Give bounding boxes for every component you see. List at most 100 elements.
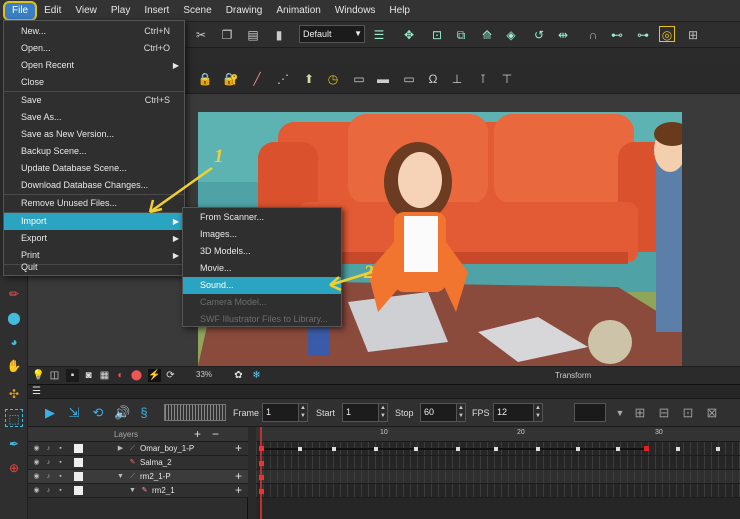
- chevron-right-icon[interactable]: ▶: [116, 444, 125, 453]
- play-icon[interactable]: ▶: [42, 405, 58, 421]
- import-images[interactable]: Images...: [183, 226, 341, 243]
- layer-row[interactable]: ◉ ♪ ▪ ✎ Salma_2: [28, 456, 248, 470]
- sound-layer-icon[interactable]: ♪: [44, 444, 53, 453]
- rig-icon[interactable]: ✣: [5, 385, 23, 403]
- lock-icon[interactable]: ▪: [56, 472, 65, 481]
- quick-render-icon[interactable]: ⚡: [148, 369, 161, 382]
- onion-skin-icon[interactable]: ◐: [114, 369, 127, 382]
- lock-add-icon[interactable]: 🔐: [223, 71, 239, 87]
- add-icon[interactable]: +: [235, 442, 242, 455]
- grid-icon[interactable]: ⊞: [685, 27, 701, 43]
- select-icon[interactable]: ⬚: [5, 409, 23, 427]
- menu-save[interactable]: Save Ctrl+S: [4, 92, 184, 109]
- layer-add-icon[interactable]: ⊞: [632, 405, 648, 421]
- camera-frame-icon[interactable]: ◎: [659, 26, 675, 42]
- menu-windows[interactable]: Windows: [328, 0, 383, 22]
- align-center-icon[interactable]: ▬: [375, 71, 391, 87]
- menu-download-database[interactable]: Download Database Changes...: [4, 177, 184, 194]
- playback-speed-slider[interactable]: [164, 404, 226, 421]
- eye-icon[interactable]: ◉: [32, 472, 41, 481]
- frame-icon[interactable]: ⊡: [429, 27, 445, 43]
- paste-icon[interactable]: ▤: [245, 27, 261, 43]
- zoom-level[interactable]: 33%: [196, 370, 212, 379]
- camera-view-icon[interactable]: ◙: [82, 369, 95, 382]
- menu-drawing[interactable]: Drawing: [219, 0, 270, 22]
- import-movie[interactable]: Movie...: [183, 260, 341, 277]
- lock-icon[interactable]: ▪: [56, 444, 65, 453]
- layer-row[interactable]: ◉ ♪ ▪ ▶ ⟋ Omar_boy_1-P +: [28, 442, 248, 456]
- delete-icon[interactable]: ▮: [271, 27, 287, 43]
- menu-backup-scene[interactable]: Backup Scene...: [4, 143, 184, 160]
- chevron-down-icon[interactable]: ▼: [128, 486, 137, 495]
- menu-icon[interactable]: ☰: [32, 386, 41, 397]
- record-icon[interactable]: ⬤: [130, 369, 143, 382]
- lock-icon[interactable]: 🔒: [197, 71, 213, 87]
- cut-icon[interactable]: ✂: [193, 27, 209, 43]
- rotate-icon[interactable]: ↺: [531, 27, 547, 43]
- menu-new[interactable]: New... Ctrl+N: [4, 23, 184, 40]
- menu-open[interactable]: Open... Ctrl+O: [4, 40, 184, 57]
- pen-icon[interactable]: ✒: [5, 435, 23, 453]
- settings-icon[interactable]: ✿: [232, 369, 245, 382]
- align-left-icon[interactable]: ▭: [351, 71, 367, 87]
- menu-help[interactable]: Help: [382, 0, 417, 22]
- sound-scrub-icon[interactable]: §: [136, 405, 152, 421]
- import-sound[interactable]: Sound...: [183, 277, 341, 294]
- layer-row[interactable]: ◉ ♪ ▪ ▼ ⟋ rm2_1-P +: [28, 470, 248, 484]
- layer-row[interactable]: ◉ ♪ ▪ ▼ ✎ rm2_1 +: [28, 484, 248, 498]
- menu-import[interactable]: Import ▶: [4, 213, 184, 230]
- add-icon[interactable]: +: [235, 484, 242, 497]
- menu-play[interactable]: Play: [104, 0, 137, 22]
- deform-icon[interactable]: ⟰: [479, 27, 495, 43]
- import-3d-models[interactable]: 3D Models...: [183, 243, 341, 260]
- frames-grid[interactable]: 10 20 30: [256, 427, 740, 519]
- transform-icon[interactable]: ✥: [401, 27, 417, 43]
- add-element-icon[interactable]: ⊤: [499, 71, 515, 87]
- chevron-down-icon[interactable]: ▼: [116, 472, 125, 481]
- flip-icon[interactable]: ⇹: [555, 27, 571, 43]
- bone-icon[interactable]: ∩: [585, 27, 601, 43]
- menu-animation[interactable]: Animation: [269, 0, 327, 22]
- loop-icon[interactable]: ⟲: [90, 405, 106, 421]
- effects-icon[interactable]: ❄: [250, 369, 263, 382]
- add-peg-icon[interactable]: ⊺: [475, 71, 491, 87]
- align-right-icon[interactable]: ▭: [401, 71, 417, 87]
- import-from-scanner[interactable]: From Scanner...: [183, 209, 341, 226]
- chevron-down-icon[interactable]: ▼: [612, 405, 628, 421]
- rotate-view-icon[interactable]: ⟳: [164, 369, 177, 382]
- safe-area-icon[interactable]: ◫: [48, 369, 61, 382]
- hand-icon[interactable]: ✋: [5, 357, 23, 375]
- menu-update-database[interactable]: Update Database Scene...: [4, 160, 184, 177]
- spinner-icon[interactable]: ▲ ▼: [378, 404, 387, 421]
- lock-icon[interactable]: ▪: [56, 458, 65, 467]
- link-icon[interactable]: ⊶: [635, 27, 651, 43]
- stop-field[interactable]: 60 ▲ ▼: [420, 403, 466, 422]
- clock-icon[interactable]: ◷: [325, 71, 341, 87]
- fps-field[interactable]: 12 ▲ ▼: [493, 403, 543, 422]
- layer-delete-icon[interactable]: ⊟: [656, 405, 672, 421]
- dotted-line-icon[interactable]: ⋰: [275, 71, 291, 87]
- copy-icon[interactable]: ❐: [219, 27, 235, 43]
- menu-close[interactable]: Close: [4, 74, 184, 91]
- lock-icon[interactable]: ▪: [56, 486, 65, 495]
- cursor-icon[interactable]: ⬆: [301, 71, 317, 87]
- add-icon[interactable]: +: [235, 470, 242, 483]
- sound-layer-icon[interactable]: ♪: [44, 472, 53, 481]
- menu-remove-unused[interactable]: Remove Unused Files...: [4, 195, 184, 212]
- layer-options-icon[interactable]: ⊠: [704, 405, 720, 421]
- grid-toggle-icon[interactable]: ▦: [98, 369, 111, 382]
- menu-insert[interactable]: Insert: [137, 0, 176, 22]
- play-selection-icon[interactable]: ⇲: [66, 405, 82, 421]
- eye-icon[interactable]: ◉: [32, 486, 41, 495]
- peg-icon[interactable]: ⊷: [609, 27, 625, 43]
- spinner-icon[interactable]: ▲ ▼: [456, 404, 465, 421]
- menu-file[interactable]: File: [3, 0, 38, 21]
- light-icon[interactable]: 💡: [32, 369, 45, 382]
- start-field[interactable]: 1 ▲ ▼: [342, 403, 388, 422]
- sound-icon[interactable]: 🔊: [114, 405, 130, 421]
- menu-save-new-version[interactable]: Save as New Version...: [4, 126, 184, 143]
- brush-icon[interactable]: ✏: [5, 285, 23, 303]
- anchor-icon[interactable]: ⊥: [449, 71, 465, 87]
- sound-layer-icon[interactable]: ♪: [44, 458, 53, 467]
- add-layer-button[interactable]: +: [194, 427, 201, 441]
